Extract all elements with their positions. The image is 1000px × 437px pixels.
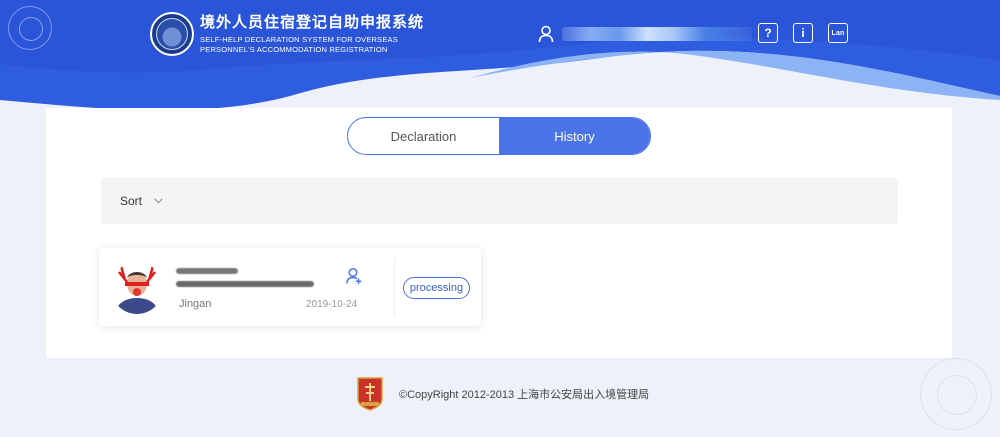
corner-seal-icon xyxy=(8,6,52,50)
app-title-cn: 境外人员住宿登记自助申报系统 xyxy=(200,14,425,31)
watermark-seal-icon xyxy=(920,358,992,430)
sort-bar[interactable]: Sort xyxy=(101,178,898,224)
language-button[interactable]: Lan xyxy=(828,23,848,43)
name-redacted xyxy=(176,268,238,274)
id-redacted xyxy=(176,281,314,287)
record-divider xyxy=(394,258,395,316)
info-button[interactable]: i xyxy=(793,23,813,43)
info-icon: i xyxy=(801,26,805,40)
main-card: Declaration History Sort Jingan 2019-10-… xyxy=(46,108,952,358)
person-add-icon[interactable] xyxy=(346,267,362,285)
record-card[interactable]: Jingan 2019-10-24 processing xyxy=(99,248,481,326)
app-title-en-line2: PERSONNEL'S ACCOMMODATION REGISTRATION xyxy=(200,45,388,54)
user-icon[interactable] xyxy=(538,25,554,43)
help-button[interactable]: ? xyxy=(758,23,778,43)
header-wave-background xyxy=(0,0,1000,118)
username-redacted xyxy=(562,27,752,41)
avatar xyxy=(111,262,163,314)
title-block: 境外人员住宿登记自助申报系统 SELF-HELP DECLARATION SYS… xyxy=(200,13,424,55)
help-icon: ? xyxy=(764,26,772,40)
language-icon: Lan xyxy=(831,29,845,37)
logo xyxy=(150,12,194,56)
tab-declaration[interactable]: Declaration xyxy=(348,118,499,154)
sort-label: Sort xyxy=(120,194,143,208)
record-district: Jingan xyxy=(179,298,212,310)
logo-emblem-icon xyxy=(156,18,188,50)
copyright-text: ©CopyRight 2012-2013 上海市公安局出入境管理局 xyxy=(399,389,650,401)
header: 境外人员住宿登记自助申报系统 SELF-HELP DECLARATION SYS… xyxy=(0,0,1000,118)
status-badge: processing xyxy=(403,277,470,299)
police-emblem-icon xyxy=(357,377,383,411)
app-title-en-line1: SELF-HELP DECLARATION SYSTEM FOR OVERSEA… xyxy=(200,35,398,44)
chevron-down-icon[interactable] xyxy=(154,198,163,204)
view-toggle: Declaration History xyxy=(347,117,651,155)
tab-history[interactable]: History xyxy=(499,118,650,154)
record-date: 2019-10-24 xyxy=(306,299,358,310)
